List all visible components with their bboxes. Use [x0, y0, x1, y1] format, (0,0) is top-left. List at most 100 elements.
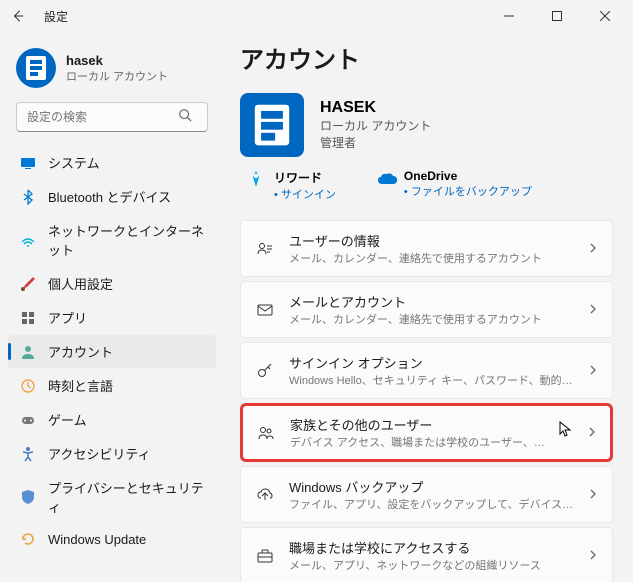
card-title: ユーザーの情報	[289, 231, 574, 250]
backup-icon	[255, 485, 275, 505]
back-button[interactable]	[8, 6, 28, 26]
person-icon	[20, 344, 36, 360]
nav-item-privacy[interactable]: プライバシーとセキュリティ	[8, 471, 216, 523]
promo-title: リワード	[274, 169, 336, 186]
shield-icon	[20, 489, 36, 505]
account-role: 管理者	[320, 134, 431, 151]
search-input[interactable]	[16, 102, 208, 132]
chevron-right-icon	[588, 547, 598, 565]
close-button[interactable]	[585, 2, 625, 30]
chevron-right-icon	[588, 240, 598, 258]
nav-label: プライバシーとセキュリティ	[48, 478, 204, 516]
card-subtitle: メール、カレンダー、連絡先で使用するアカウント	[289, 311, 574, 327]
nav-item-gaming[interactable]: ゲーム	[8, 403, 216, 436]
gaming-icon	[20, 412, 36, 428]
card-user-info[interactable]: ユーザーの情報 メール、カレンダー、連絡先で使用するアカウント	[240, 220, 613, 277]
nav-label: Bluetooth とデバイス	[48, 187, 171, 206]
settings-cards: ユーザーの情報 メール、カレンダー、連絡先で使用するアカウント メールとアカウン…	[240, 220, 613, 582]
account-avatar	[240, 93, 304, 157]
promo-link[interactable]: サインイン	[274, 186, 336, 202]
nav-label: システム	[48, 153, 100, 172]
promo-link[interactable]: ファイルをバックアップ	[404, 183, 532, 199]
id-card-icon	[255, 239, 275, 259]
minimize-icon	[504, 11, 514, 21]
system-icon	[20, 155, 36, 171]
settings-window: 設定 hasek ローカル アカウント	[0, 0, 633, 582]
arrow-left-icon	[11, 9, 25, 23]
mail-icon	[255, 300, 275, 320]
content: アカウント HASEK ローカル アカウント 管理者 リワード サインイン	[220, 32, 633, 582]
avatar-icon	[247, 100, 297, 150]
accessibility-icon	[20, 446, 36, 462]
promo-row: リワード サインイン OneDrive ファイルをバックアップ	[246, 169, 613, 202]
chevron-right-icon	[588, 486, 598, 504]
avatar	[16, 48, 56, 88]
mouse-cursor-icon	[559, 421, 573, 444]
card-signin-options[interactable]: サインイン オプション Windows Hello、セキュリティ キー、パスワー…	[240, 342, 613, 399]
nav-item-bluetooth[interactable]: Bluetooth とデバイス	[8, 180, 216, 213]
nav-item-windows-update[interactable]: Windows Update	[8, 524, 216, 554]
nav-item-accounts[interactable]: アカウント	[8, 335, 216, 368]
card-title: サインイン オプション	[289, 353, 574, 372]
nav-label: アプリ	[48, 308, 87, 327]
card-email-accounts[interactable]: メールとアカウント メール、カレンダー、連絡先で使用するアカウント	[240, 281, 613, 338]
nav: システム Bluetooth とデバイス ネットワークとインターネット 個人用設…	[8, 146, 216, 554]
nav-item-personalization[interactable]: 個人用設定	[8, 267, 216, 300]
account-name: HASEK	[320, 99, 431, 117]
nav-label: 個人用設定	[48, 274, 113, 293]
nav-label: アクセシビリティ	[48, 444, 151, 463]
card-work-school[interactable]: 職場または学校にアクセスする メール、アプリ、ネットワークなどの組織リソース	[240, 527, 613, 582]
card-subtitle: デバイス アクセス、職場または学校のユーザー、キオスクに割り当てられたアクセス	[290, 434, 551, 450]
bluetooth-icon	[20, 189, 36, 205]
briefcase-icon	[255, 546, 275, 566]
card-subtitle: Windows Hello、セキュリティ キー、パスワード、動的ロック	[289, 372, 574, 388]
update-icon	[20, 531, 36, 547]
nav-item-accessibility[interactable]: アクセシビリティ	[8, 437, 216, 470]
nav-item-apps[interactable]: アプリ	[8, 301, 216, 334]
key-icon	[255, 361, 275, 381]
promo-title: OneDrive	[404, 169, 532, 183]
promo-onedrive[interactable]: OneDrive ファイルをバックアップ	[376, 169, 532, 202]
window-title: 設定	[44, 8, 68, 25]
nav-label: ゲーム	[48, 410, 87, 429]
card-windows-backup[interactable]: Windows バックアップ ファイル、アプリ、設定をバックアップして、デバイス…	[240, 466, 613, 523]
card-title: メールとアカウント	[289, 292, 574, 311]
card-title: 職場または学校にアクセスする	[289, 538, 574, 557]
page-title: アカウント	[240, 40, 613, 75]
nav-item-network[interactable]: ネットワークとインターネット	[8, 214, 216, 266]
card-title: Windows バックアップ	[289, 477, 574, 496]
minimize-button[interactable]	[489, 2, 529, 30]
people-icon	[256, 423, 276, 443]
maximize-button[interactable]	[537, 2, 577, 30]
card-subtitle: メール、アプリ、ネットワークなどの組織リソース	[289, 557, 574, 573]
nav-label: 時刻と言語	[48, 376, 113, 395]
nav-item-time-language[interactable]: 時刻と言語	[8, 369, 216, 402]
apps-icon	[20, 310, 36, 326]
sidebar-user[interactable]: hasek ローカル アカウント	[8, 40, 216, 100]
chevron-right-icon	[588, 362, 598, 380]
close-icon	[600, 11, 610, 21]
chevron-right-icon	[588, 301, 598, 319]
nav-label: アカウント	[48, 342, 113, 361]
nav-label: Windows Update	[48, 532, 146, 547]
nav-label: ネットワークとインターネット	[48, 221, 204, 259]
chevron-right-icon	[587, 424, 597, 442]
account-type: ローカル アカウント	[320, 117, 431, 134]
card-subtitle: メール、カレンダー、連絡先で使用するアカウント	[289, 250, 574, 266]
promo-rewards[interactable]: リワード サインイン	[246, 169, 336, 202]
rewards-icon	[246, 169, 266, 189]
clock-icon	[20, 378, 36, 394]
user-type: ローカル アカウント	[66, 68, 168, 84]
brush-icon	[20, 276, 36, 292]
card-subtitle: ファイル、アプリ、設定をバックアップして、デバイス間で復元	[289, 496, 574, 512]
maximize-icon	[552, 11, 562, 21]
nav-item-system[interactable]: システム	[8, 146, 216, 179]
card-family-users[interactable]: 家族とその他のユーザー デバイス アクセス、職場または学校のユーザー、キオスクに…	[240, 403, 613, 462]
network-icon	[20, 232, 36, 248]
sidebar: hasek ローカル アカウント システム Bluetooth とデバイス	[0, 32, 220, 582]
avatar-icon	[20, 52, 52, 84]
card-title: 家族とその他のユーザー	[290, 415, 551, 434]
user-name: hasek	[66, 53, 168, 68]
account-header: HASEK ローカル アカウント 管理者	[240, 93, 613, 157]
titlebar: 設定	[0, 0, 633, 32]
